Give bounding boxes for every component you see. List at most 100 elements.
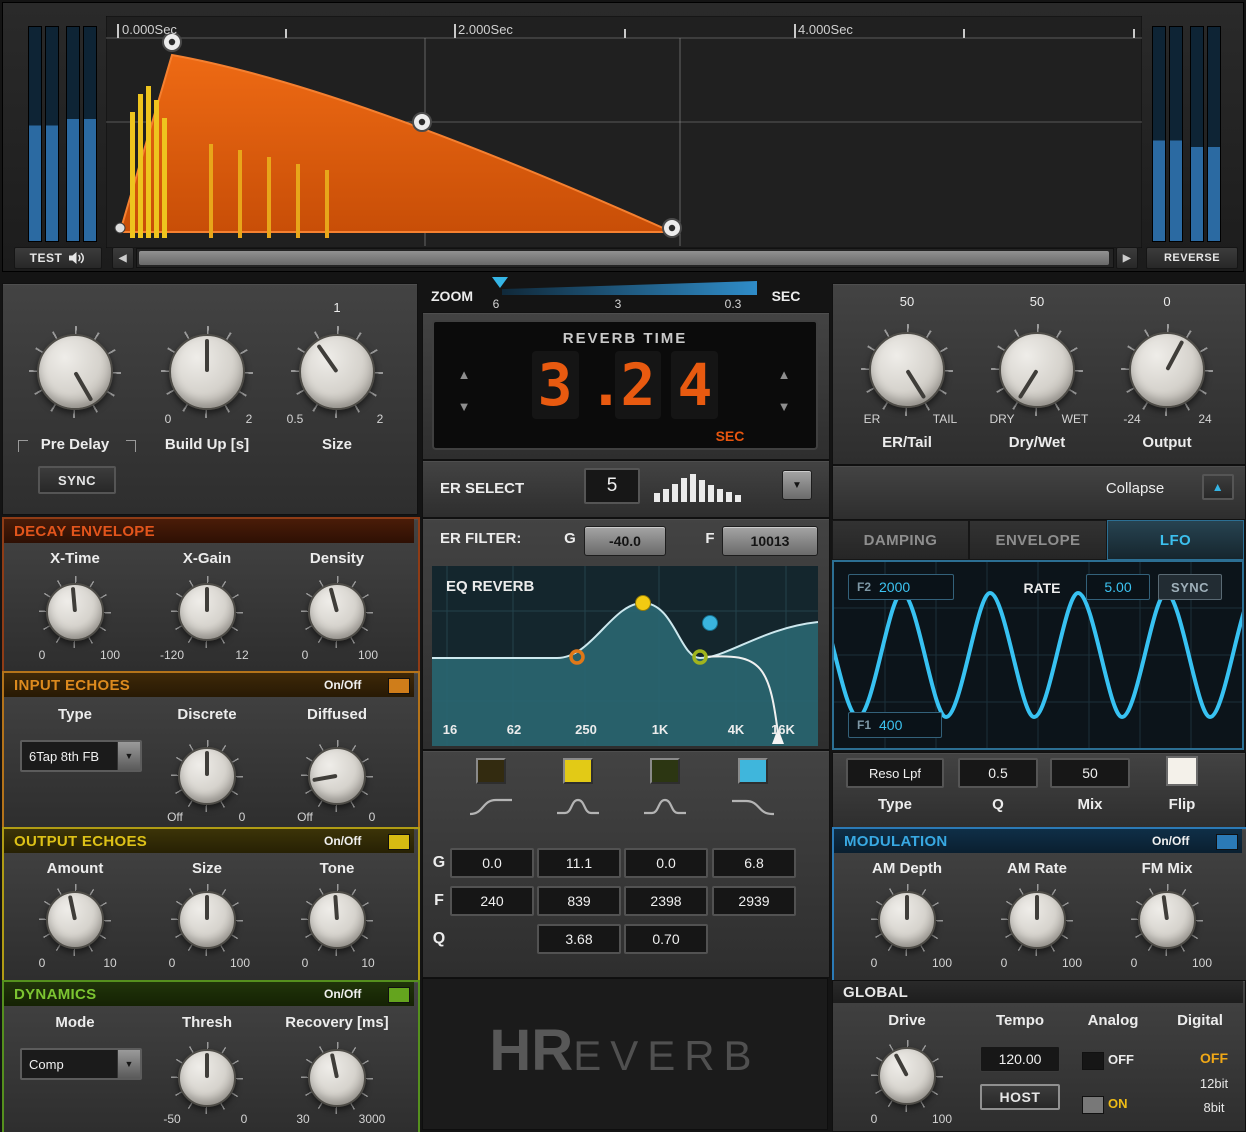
er-select-value[interactable]: 5 <box>584 468 640 504</box>
analog-on-toggle[interactable] <box>1082 1096 1104 1114</box>
scroll-left-button[interactable]: ◀ <box>112 247 134 269</box>
band3-bell-icon[interactable] <box>642 796 688 818</box>
dynamics-onoff-toggle[interactable] <box>388 987 410 1003</box>
chevron-down-icon[interactable]: ▼ <box>117 742 140 770</box>
reverb-time-down-left[interactable]: ▼ <box>452 394 476 418</box>
er-filter-gain-button[interactable]: -40.0 <box>584 526 666 556</box>
am-depth-knob[interactable] <box>871 884 943 956</box>
amount-knob[interactable] <box>39 884 111 956</box>
reverse-button[interactable]: REVERSE <box>1146 247 1238 269</box>
lfo-f2-box[interactable]: F2 2000 <box>848 574 954 600</box>
am-rate-knob[interactable] <box>1001 884 1073 956</box>
thresh-knob[interactable] <box>171 1042 243 1114</box>
lfo-sync-label: SYNC <box>1170 579 1210 595</box>
eq-band2-handle[interactable] <box>635 595 651 611</box>
diffused-knob[interactable] <box>301 740 373 812</box>
fm-mix-label: FM Mix <box>1141 860 1193 877</box>
scrollbar-track[interactable] <box>136 248 1114 268</box>
collapse-button[interactable]: ▲ <box>1202 474 1234 500</box>
band3-q-value[interactable]: 0.70 <box>624 924 708 954</box>
envelope-mid-handle[interactable] <box>412 112 432 132</box>
reverb-time-value[interactable]: 3 . 2 4 <box>480 348 770 422</box>
dynamics-mode-dropdown[interactable]: Comp ▼ <box>20 1048 142 1080</box>
input-type-dropdown[interactable]: 6Tap 8th FB ▼ <box>20 740 142 772</box>
scroll-right-button[interactable]: ▶ <box>1116 247 1138 269</box>
output-knob[interactable] <box>1121 324 1213 416</box>
pre-delay-sync-button[interactable]: SYNC <box>38 466 116 494</box>
zoom-slider[interactable] <box>502 281 757 295</box>
lfo-mix-box[interactable]: 50 <box>1050 758 1130 788</box>
tab-envelope[interactable]: ENVELOPE <box>969 520 1107 560</box>
er-select-dropdown-button[interactable]: ▼ <box>782 470 812 500</box>
lfo-sync-button[interactable]: SYNC <box>1158 574 1222 600</box>
band1-highpass-icon[interactable] <box>468 796 514 818</box>
lfo-q-box[interactable]: 0.5 <box>958 758 1038 788</box>
test-button[interactable]: TEST <box>14 247 102 269</box>
eq-band4-handle[interactable] <box>702 615 718 631</box>
er-pattern-icon[interactable] <box>654 472 766 502</box>
envelope-start-handle[interactable] <box>114 222 126 234</box>
tab-lfo[interactable]: LFO <box>1107 520 1244 560</box>
band2-q-value[interactable]: 3.68 <box>537 924 621 954</box>
recovery-knob[interactable] <box>301 1042 373 1114</box>
band1-freq-value[interactable]: 240 <box>450 886 534 916</box>
reverb-time-digit: 4 <box>671 351 719 419</box>
diffused-label: Diffused <box>307 706 367 723</box>
eq-band1-swatch[interactable] <box>476 758 506 784</box>
er-tail-knob[interactable] <box>861 324 953 416</box>
mode-label: Mode <box>55 1014 95 1031</box>
band4-freq-value[interactable]: 2939 <box>712 886 796 916</box>
output-echoes-onoff-toggle[interactable] <box>388 834 410 850</box>
tempo-host-button[interactable]: HOST <box>980 1084 1060 1110</box>
reverb-time-up-left[interactable]: ▲ <box>452 362 476 386</box>
envelope-end-handle[interactable] <box>662 218 682 238</box>
output-meter-right-1 <box>1152 26 1166 242</box>
digital-option-12bit[interactable]: 12bit <box>1186 1076 1242 1091</box>
discrete-knob[interactable] <box>171 740 243 812</box>
tempo-value-box[interactable]: 120.00 <box>980 1046 1060 1072</box>
digital-option-8bit[interactable]: 8bit <box>1186 1100 1242 1115</box>
build-up-knob[interactable] <box>161 326 253 418</box>
lfo-filter-type-box[interactable]: Reso Lpf <box>846 758 944 788</box>
build-up-max: 2 <box>245 412 253 426</box>
lfo-flip-swatch[interactable] <box>1166 756 1198 786</box>
analog-off-toggle[interactable] <box>1082 1052 1104 1070</box>
chevron-down-icon[interactable]: ▼ <box>117 1050 140 1078</box>
test-button-label: TEST <box>29 251 63 265</box>
band2-freq-value[interactable]: 839 <box>537 886 621 916</box>
band3-gain-value[interactable]: 0.0 <box>624 848 708 878</box>
x-time-knob[interactable] <box>39 576 111 648</box>
band3-freq-value[interactable]: 2398 <box>624 886 708 916</box>
tab-damping[interactable]: DAMPING <box>832 520 969 560</box>
band2-gain-value[interactable]: 11.1 <box>537 848 621 878</box>
band1-gain-value[interactable]: 0.0 <box>450 848 534 878</box>
am-rate-max: 100 <box>1061 956 1083 970</box>
tone-knob[interactable] <box>301 884 373 956</box>
er-filter-freq-button[interactable]: 10013 <box>722 526 818 556</box>
lfo-f1-box[interactable]: F1 400 <box>848 712 942 738</box>
density-knob[interactable] <box>301 576 373 648</box>
reverb-time-down-right[interactable]: ▼ <box>772 394 796 418</box>
envelope-display[interactable] <box>106 16 1142 248</box>
eq-band2-swatch[interactable] <box>563 758 593 784</box>
modulation-onoff-toggle[interactable] <box>1216 834 1238 850</box>
band2-bell-icon[interactable] <box>555 796 601 818</box>
digital-option-off[interactable]: OFF <box>1186 1050 1242 1066</box>
scrollbar-thumb[interactable] <box>139 251 1109 265</box>
zoom-unit: SEC <box>771 288 801 304</box>
band4-gain-value[interactable]: 6.8 <box>712 848 796 878</box>
band4-shelf-icon[interactable] <box>730 796 776 818</box>
dry-wet-knob[interactable] <box>991 324 1083 416</box>
eq-band4-swatch[interactable] <box>738 758 768 784</box>
drive-knob[interactable] <box>871 1040 943 1112</box>
pre-delay-knob[interactable] <box>29 326 121 418</box>
lfo-rate-box[interactable]: 5.00 <box>1086 574 1150 600</box>
fm-mix-knob[interactable] <box>1131 884 1203 956</box>
eq-band3-swatch[interactable] <box>650 758 680 784</box>
size-knob[interactable] <box>291 326 383 418</box>
x-gain-knob[interactable] <box>171 576 243 648</box>
zoom-marker[interactable] <box>492 277 508 288</box>
reverb-time-up-right[interactable]: ▲ <box>772 362 796 386</box>
input-echoes-onoff-toggle[interactable] <box>388 678 410 694</box>
output-size-knob[interactable] <box>171 884 243 956</box>
